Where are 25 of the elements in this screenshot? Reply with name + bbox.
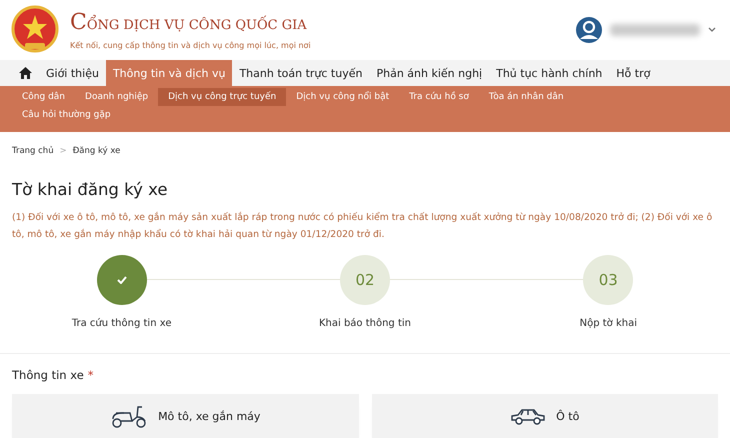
subnav-item[interactable]: Dịch vụ công trực tuyến (158, 88, 286, 106)
step-label: Khai báo thông tin (318, 318, 411, 329)
step-circle: 02 (340, 255, 390, 305)
nav-tab[interactable]: Giới thiệu (39, 60, 106, 86)
nav-tab[interactable]: Phản ánh kiến nghị (369, 60, 490, 86)
required-marker: * (88, 368, 94, 382)
breadcrumb-separator: > (60, 146, 67, 156)
nav-tab[interactable]: Thanh toán trực tuyến (232, 60, 370, 86)
portal-tagline: Kết nối, cung cấp thông tin và dịch vụ công mọi lúc, mọi nơi (70, 41, 312, 50)
portal-title: CỔNG DỊCH VỤ CÔNG QUỐC GIA (70, 10, 308, 35)
breadcrumb-link[interactable]: Trang chủ (12, 146, 54, 156)
notice-text: (1) Đối với xe ô tô, mô tô, xe gắn máy sản xuất lắp ráp trong nước có phiếu kiểm tra chất lượng xuất xưởng từ ngày 10/08/2020 trở đi; (2) Đối với xe ô tô, mô tô, xe gắn máy nhập khẩu có tờ khai hải quan từ ngày 01/12/2020 trở đi. (12, 210, 714, 242)
section-label: Thông tin xe (12, 368, 84, 382)
chevron-down-icon[interactable] (708, 27, 716, 33)
step-label: Nộp tờ khai (580, 318, 638, 329)
breadcrumb-link[interactable]: Đăng ký xe (72, 146, 120, 156)
vehicle-type-option[interactable]: Ô tô (372, 394, 718, 438)
user-avatar-icon[interactable] (576, 17, 602, 43)
emblem-icon (10, 5, 60, 55)
step-circle: 03 (583, 255, 634, 305)
nav-tab[interactable]: Hỗ trợ (609, 60, 658, 86)
step-label: Tra cứu thông tin xe (72, 318, 172, 329)
nav-tab[interactable]: Thủ tục hành chính (489, 60, 610, 86)
vehicle-type-option[interactable]: Mô tô, xe gắn máy (12, 394, 358, 438)
page-title: Tờ khai đăng ký xe (12, 180, 169, 199)
